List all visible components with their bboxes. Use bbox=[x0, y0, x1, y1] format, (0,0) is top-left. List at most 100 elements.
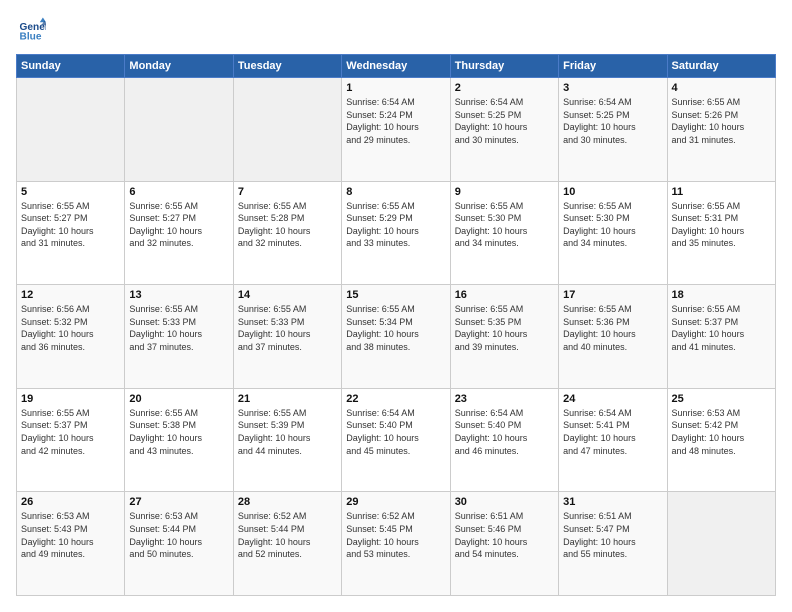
day-number: 8 bbox=[346, 186, 445, 198]
day-cell: 23 Sunrise: 6:54 AM Sunset: 5:40 PM Dayli… bbox=[450, 388, 558, 492]
day-cell: 25Sunrise: 6:53 AM Sunset: 5:42 PM Dayli… bbox=[667, 388, 775, 492]
day-number: 23 bbox=[455, 393, 554, 405]
day-number: 3 bbox=[563, 82, 662, 94]
day-number: 14 bbox=[238, 289, 337, 301]
weekday-header-friday: Friday bbox=[559, 55, 667, 78]
day-cell: 1Sunrise: 6:54 AM Sunset: 5:24 PM Daylig… bbox=[342, 78, 450, 182]
day-number: 12 bbox=[21, 289, 120, 301]
day-cell bbox=[17, 78, 125, 182]
day-info: Sunrise: 6:54 AM Sunset: 5:41 PM Dayligh… bbox=[563, 407, 662, 457]
calendar-header: SundayMondayTuesdayWednesdayThursdayFrid… bbox=[17, 55, 776, 78]
day-cell: 30 Sunrise: 6:51 AM Sunset: 5:46 PM Dayli… bbox=[450, 492, 558, 596]
day-info: Sunrise: 6:55 AM Sunset: 5:37 PM Dayligh… bbox=[21, 407, 120, 457]
day-number: 7 bbox=[238, 186, 337, 198]
week-row-4: 19 Sunrise: 6:55 AM Sunset: 5:37 PM Dayli… bbox=[17, 388, 776, 492]
day-cell: 5 Sunrise: 6:55 AM Sunset: 5:27 PM Daylig… bbox=[17, 181, 125, 285]
day-number: 13 bbox=[129, 289, 228, 301]
day-cell bbox=[667, 492, 775, 596]
day-info: Sunrise: 6:55 AM Sunset: 5:27 PM Dayligh… bbox=[21, 200, 120, 250]
day-info: Sunrise: 6:55 AM Sunset: 5:29 PM Dayligh… bbox=[346, 200, 445, 250]
calendar-table: SundayMondayTuesdayWednesdayThursdayFrid… bbox=[16, 54, 776, 596]
svg-text:Blue: Blue bbox=[20, 31, 42, 42]
day-cell: 10Sunrise: 6:55 AM Sunset: 5:30 PM Dayli… bbox=[559, 181, 667, 285]
day-info: Sunrise: 6:55 AM Sunset: 5:33 PM Dayligh… bbox=[238, 303, 337, 353]
day-cell: 26Sunrise: 6:53 AM Sunset: 5:43 PM Dayli… bbox=[17, 492, 125, 596]
day-number: 16 bbox=[455, 289, 554, 301]
day-info: Sunrise: 6:54 AM Sunset: 5:25 PM Dayligh… bbox=[455, 96, 554, 146]
day-info: Sunrise: 6:55 AM Sunset: 5:30 PM Dayligh… bbox=[455, 200, 554, 250]
day-cell bbox=[233, 78, 341, 182]
day-info: Sunrise: 6:55 AM Sunset: 5:39 PM Dayligh… bbox=[238, 407, 337, 457]
weekday-header-tuesday: Tuesday bbox=[233, 55, 341, 78]
day-number: 11 bbox=[672, 186, 771, 198]
day-cell: 3 Sunrise: 6:54 AM Sunset: 5:25 PM Daylig… bbox=[559, 78, 667, 182]
header: General Blue bbox=[16, 16, 776, 44]
day-info: Sunrise: 6:51 AM Sunset: 5:47 PM Dayligh… bbox=[563, 510, 662, 560]
day-number: 4 bbox=[672, 82, 771, 94]
day-cell: 12 Sunrise: 6:56 AM Sunset: 5:32 PM Dayli… bbox=[17, 285, 125, 389]
day-cell: 7 Sunrise: 6:55 AM Sunset: 5:28 PM Daylig… bbox=[233, 181, 341, 285]
day-cell: 17Sunrise: 6:55 AM Sunset: 5:36 PM Dayli… bbox=[559, 285, 667, 389]
day-cell: 9 Sunrise: 6:55 AM Sunset: 5:30 PM Daylig… bbox=[450, 181, 558, 285]
weekday-header-row: SundayMondayTuesdayWednesdayThursdayFrid… bbox=[17, 55, 776, 78]
day-cell: 27 Sunrise: 6:53 AM Sunset: 5:44 PM Dayli… bbox=[125, 492, 233, 596]
day-info: Sunrise: 6:51 AM Sunset: 5:46 PM Dayligh… bbox=[455, 510, 554, 560]
day-cell: 14 Sunrise: 6:55 AM Sunset: 5:33 PM Dayli… bbox=[233, 285, 341, 389]
weekday-header-sunday: Sunday bbox=[17, 55, 125, 78]
day-number: 27 bbox=[129, 496, 228, 508]
day-number: 6 bbox=[129, 186, 228, 198]
day-number: 31 bbox=[563, 496, 662, 508]
day-info: Sunrise: 6:55 AM Sunset: 5:35 PM Dayligh… bbox=[455, 303, 554, 353]
day-info: Sunrise: 6:54 AM Sunset: 5:40 PM Dayligh… bbox=[346, 407, 445, 457]
day-cell: 19 Sunrise: 6:55 AM Sunset: 5:37 PM Dayli… bbox=[17, 388, 125, 492]
day-cell: 8 Sunrise: 6:55 AM Sunset: 5:29 PM Daylig… bbox=[342, 181, 450, 285]
calendar-page: General Blue SundayMondayTuesdayWednesda… bbox=[0, 0, 792, 612]
day-cell bbox=[125, 78, 233, 182]
day-info: Sunrise: 6:54 AM Sunset: 5:25 PM Dayligh… bbox=[563, 96, 662, 146]
weekday-header-saturday: Saturday bbox=[667, 55, 775, 78]
day-info: Sunrise: 6:55 AM Sunset: 5:33 PM Dayligh… bbox=[129, 303, 228, 353]
day-cell: 15Sunrise: 6:55 AM Sunset: 5:34 PM Dayli… bbox=[342, 285, 450, 389]
day-info: Sunrise: 6:55 AM Sunset: 5:28 PM Dayligh… bbox=[238, 200, 337, 250]
day-cell: 29Sunrise: 6:52 AM Sunset: 5:45 PM Dayli… bbox=[342, 492, 450, 596]
day-number: 24 bbox=[563, 393, 662, 405]
day-number: 10 bbox=[563, 186, 662, 198]
day-info: Sunrise: 6:55 AM Sunset: 5:31 PM Dayligh… bbox=[672, 200, 771, 250]
weekday-header-wednesday: Wednesday bbox=[342, 55, 450, 78]
day-info: Sunrise: 6:53 AM Sunset: 5:43 PM Dayligh… bbox=[21, 510, 120, 560]
day-number: 29 bbox=[346, 496, 445, 508]
day-number: 15 bbox=[346, 289, 445, 301]
day-info: Sunrise: 6:55 AM Sunset: 5:27 PM Dayligh… bbox=[129, 200, 228, 250]
calendar-body: 1Sunrise: 6:54 AM Sunset: 5:24 PM Daylig… bbox=[17, 78, 776, 596]
day-info: Sunrise: 6:52 AM Sunset: 5:44 PM Dayligh… bbox=[238, 510, 337, 560]
day-info: Sunrise: 6:54 AM Sunset: 5:24 PM Dayligh… bbox=[346, 96, 445, 146]
day-cell: 22 Sunrise: 6:54 AM Sunset: 5:40 PM Dayli… bbox=[342, 388, 450, 492]
day-info: Sunrise: 6:53 AM Sunset: 5:44 PM Dayligh… bbox=[129, 510, 228, 560]
weekday-header-monday: Monday bbox=[125, 55, 233, 78]
day-cell: 4Sunrise: 6:55 AM Sunset: 5:26 PM Daylig… bbox=[667, 78, 775, 182]
day-number: 22 bbox=[346, 393, 445, 405]
week-row-2: 5 Sunrise: 6:55 AM Sunset: 5:27 PM Daylig… bbox=[17, 181, 776, 285]
day-cell: 21 Sunrise: 6:55 AM Sunset: 5:39 PM Dayli… bbox=[233, 388, 341, 492]
weekday-header-thursday: Thursday bbox=[450, 55, 558, 78]
day-number: 21 bbox=[238, 393, 337, 405]
day-cell: 16 Sunrise: 6:55 AM Sunset: 5:35 PM Dayli… bbox=[450, 285, 558, 389]
day-number: 19 bbox=[21, 393, 120, 405]
day-cell: 31 Sunrise: 6:51 AM Sunset: 5:47 PM Dayli… bbox=[559, 492, 667, 596]
day-info: Sunrise: 6:55 AM Sunset: 5:36 PM Dayligh… bbox=[563, 303, 662, 353]
day-number: 18 bbox=[672, 289, 771, 301]
day-info: Sunrise: 6:53 AM Sunset: 5:42 PM Dayligh… bbox=[672, 407, 771, 457]
day-number: 9 bbox=[455, 186, 554, 198]
day-info: Sunrise: 6:56 AM Sunset: 5:32 PM Dayligh… bbox=[21, 303, 120, 353]
day-cell: 11 Sunrise: 6:55 AM Sunset: 5:31 PM Dayli… bbox=[667, 181, 775, 285]
day-cell: 20Sunrise: 6:55 AM Sunset: 5:38 PM Dayli… bbox=[125, 388, 233, 492]
day-number: 20 bbox=[129, 393, 228, 405]
logo: General Blue bbox=[16, 16, 50, 44]
day-number: 2 bbox=[455, 82, 554, 94]
day-cell: 13 Sunrise: 6:55 AM Sunset: 5:33 PM Dayli… bbox=[125, 285, 233, 389]
day-info: Sunrise: 6:54 AM Sunset: 5:40 PM Dayligh… bbox=[455, 407, 554, 457]
day-number: 5 bbox=[21, 186, 120, 198]
day-number: 30 bbox=[455, 496, 554, 508]
logo-icon: General Blue bbox=[18, 16, 46, 44]
day-info: Sunrise: 6:55 AM Sunset: 5:37 PM Dayligh… bbox=[672, 303, 771, 353]
